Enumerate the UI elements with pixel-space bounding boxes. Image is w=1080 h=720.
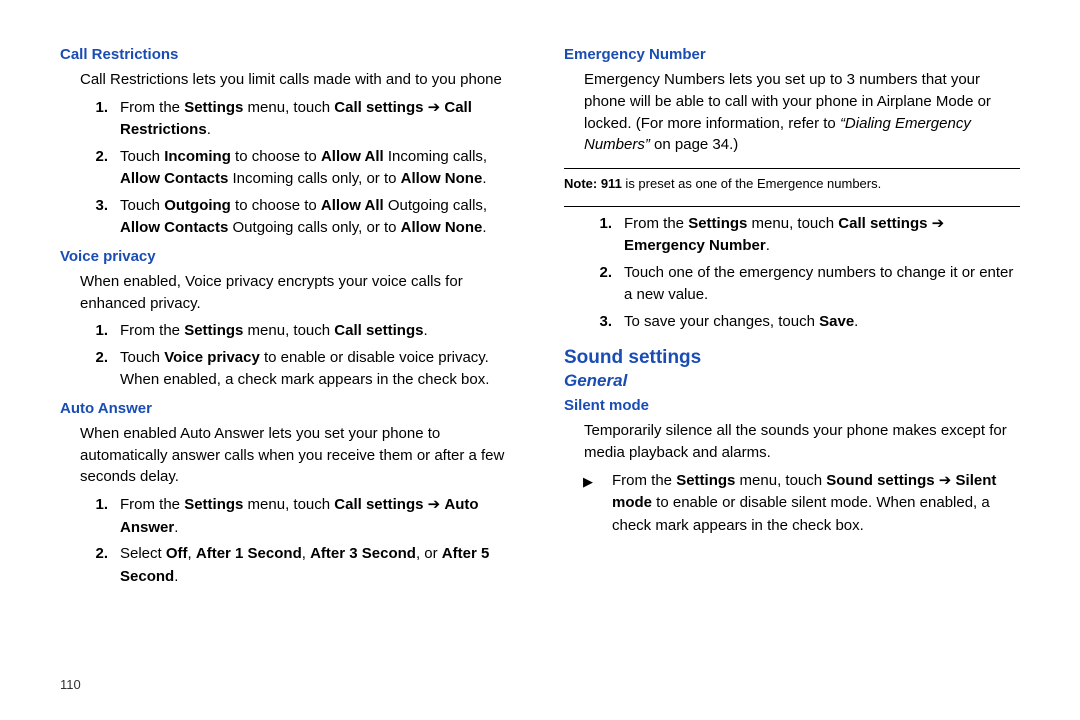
- divider: [564, 168, 1020, 169]
- paragraph-emergency-number: Emergency Numbers lets you set up to 3 n…: [584, 69, 1020, 156]
- triangle-icon: ▶: [564, 470, 612, 538]
- heading-emergency-number: Emergency Number: [564, 46, 1020, 63]
- step-number: 3.: [60, 195, 120, 240]
- step-body: From the Settings menu, touch Call setti…: [120, 494, 516, 539]
- step-body: To save your changes, touch Save.: [624, 311, 1020, 334]
- note-emergency: Note: 911 is preset as one of the Emerge…: [564, 175, 1020, 194]
- paragraph-call-restrictions: Call Restrictions lets you limit calls m…: [80, 69, 516, 91]
- step-number: 1.: [60, 320, 120, 343]
- steps-emergency-number: 1. From the Settings menu, touch Call se…: [564, 213, 1020, 334]
- step-body: Touch Voice privacy to enable or disable…: [120, 347, 516, 392]
- step-body: From the Settings menu, touch Call setti…: [120, 97, 516, 142]
- steps-call-restrictions: 1. From the Settings menu, touch Call se…: [60, 97, 516, 240]
- step-number: 2.: [564, 262, 624, 307]
- left-column: Call Restrictions Call Restrictions lets…: [48, 40, 540, 700]
- heading-voice-privacy: Voice privacy: [60, 248, 516, 265]
- divider: [564, 206, 1020, 207]
- step-number: 2.: [60, 543, 120, 588]
- heading-auto-answer: Auto Answer: [60, 400, 516, 417]
- bullet-body: From the Settings menu, touch Sound sett…: [612, 470, 1020, 538]
- step-number: 1.: [60, 97, 120, 142]
- paragraph-voice-privacy: When enabled, Voice privacy encrypts you…: [80, 271, 516, 315]
- step-body: From the Settings menu, touch Call setti…: [120, 320, 516, 343]
- bullet-silent-mode: ▶ From the Settings menu, touch Sound se…: [564, 470, 1020, 538]
- page-number: 110: [60, 677, 81, 692]
- step-body: Touch Outgoing to choose to Allow All Ou…: [120, 195, 516, 240]
- heading-general: General: [564, 371, 1020, 391]
- step-number: 1.: [60, 494, 120, 539]
- step-number: 1.: [564, 213, 624, 258]
- heading-silent-mode: Silent mode: [564, 397, 1020, 414]
- step-body: Select Off, After 1 Second, After 3 Seco…: [120, 543, 516, 588]
- step-number: 3.: [564, 311, 624, 334]
- steps-voice-privacy: 1. From the Settings menu, touch Call se…: [60, 320, 516, 392]
- step-body: Touch one of the emergency numbers to ch…: [624, 262, 1020, 307]
- heading-call-restrictions: Call Restrictions: [60, 46, 516, 63]
- paragraph-silent-mode: Temporarily silence all the sounds your …: [584, 420, 1020, 464]
- paragraph-auto-answer: When enabled Auto Answer lets you set yo…: [80, 423, 516, 488]
- right-column: Emergency Number Emergency Numbers lets …: [540, 40, 1032, 700]
- step-body: Touch Incoming to choose to Allow All In…: [120, 146, 516, 191]
- steps-auto-answer: 1. From the Settings menu, touch Call se…: [60, 494, 516, 588]
- heading-sound-settings: Sound settings: [564, 347, 1020, 369]
- manual-page: Call Restrictions Call Restrictions lets…: [0, 0, 1080, 720]
- step-body: From the Settings menu, touch Call setti…: [624, 213, 1020, 258]
- step-number: 2.: [60, 347, 120, 392]
- step-number: 2.: [60, 146, 120, 191]
